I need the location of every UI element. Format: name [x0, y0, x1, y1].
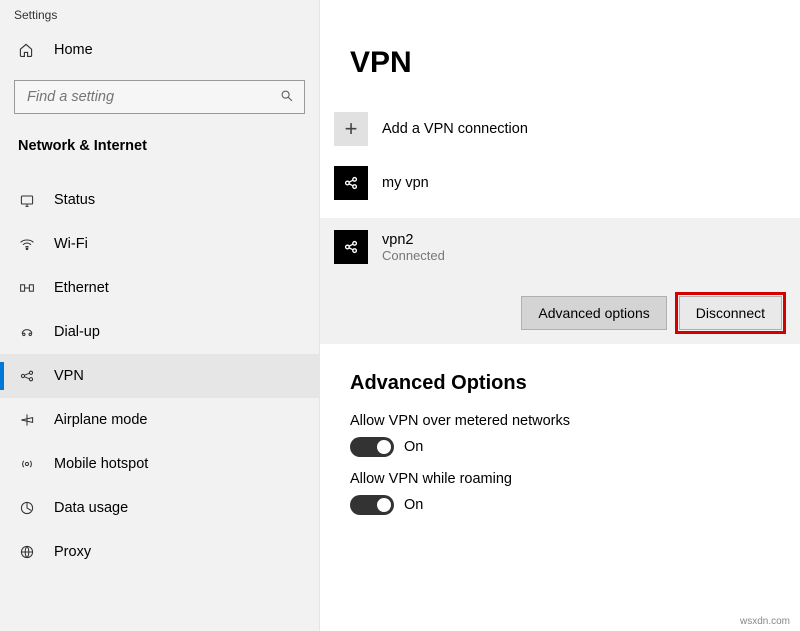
vpn-roaming-toggle[interactable]	[350, 495, 394, 515]
search-icon	[280, 89, 294, 106]
home-label: Home	[54, 42, 93, 58]
sidebar-item-hotspot[interactable]: Mobile hotspot	[0, 442, 319, 486]
nav-list: Status Wi-Fi Ethernet Dial-up VPN	[0, 178, 319, 574]
advanced-options-heading: Advanced Options	[320, 344, 800, 409]
sidebar-item-dialup[interactable]: Dial-up	[0, 310, 319, 354]
vpn-entry-myvpn[interactable]: my vpn	[320, 156, 800, 210]
toggle-state-label: On	[404, 497, 423, 513]
vpn-entry-name: vpn2	[382, 232, 445, 248]
home-icon	[18, 42, 36, 58]
vpn-tile-icon	[334, 166, 368, 200]
sidebar-item-label: Ethernet	[54, 280, 109, 296]
wifi-icon	[18, 236, 36, 252]
main-pane: VPN + Add a VPN connection my vpn vpn2 C…	[320, 0, 800, 631]
sidebar-item-proxy[interactable]: Proxy	[0, 530, 319, 574]
sidebar-item-label: Mobile hotspot	[54, 456, 148, 472]
vpn-metered-label: Allow VPN over metered networks	[350, 413, 800, 429]
ethernet-icon	[18, 280, 36, 296]
airplane-icon	[18, 412, 36, 428]
status-icon	[18, 192, 36, 208]
sidebar-item-label: Airplane mode	[54, 412, 148, 428]
sidebar-item-label: Wi-Fi	[54, 236, 88, 252]
page-title: VPN	[320, 0, 800, 102]
vpn-entry-name: my vpn	[382, 175, 429, 191]
disconnect-button[interactable]: Disconnect	[679, 296, 782, 330]
sidebar-item-label: Status	[54, 192, 95, 208]
sidebar-item-wifi[interactable]: Wi-Fi	[0, 222, 319, 266]
vpn-metered-setting: Allow VPN over metered networks On	[320, 409, 800, 467]
search-input[interactable]	[15, 89, 270, 105]
sidebar-item-label: VPN	[54, 368, 84, 384]
add-vpn-connection[interactable]: + Add a VPN connection	[320, 102, 800, 156]
data-usage-icon	[18, 500, 36, 516]
plus-icon: +	[334, 112, 368, 146]
sidebar-item-label: Data usage	[54, 500, 128, 516]
sidebar-item-label: Proxy	[54, 544, 91, 560]
dialup-icon	[18, 324, 36, 340]
sidebar-item-airplane[interactable]: Airplane mode	[0, 398, 319, 442]
toggle-state-label: On	[404, 439, 423, 455]
vpn-roaming-setting: Allow VPN while roaming On	[320, 467, 800, 525]
hotspot-icon	[18, 456, 36, 472]
nav-home[interactable]: Home	[0, 28, 319, 72]
sidebar-item-status[interactable]: Status	[0, 178, 319, 222]
proxy-icon	[18, 544, 36, 560]
sidebar: Settings Home Network & Internet Status	[0, 0, 320, 631]
add-vpn-label: Add a VPN connection	[382, 121, 528, 137]
vpn-entry-vpn2[interactable]: vpn2 Connected Advanced options Disconne…	[320, 218, 800, 344]
search-button[interactable]	[270, 81, 304, 113]
vpn-tile-icon	[334, 230, 368, 264]
window-title: Settings	[0, 0, 319, 28]
vpn-metered-toggle[interactable]	[350, 437, 394, 457]
watermark: wsxdn.com	[740, 616, 790, 627]
vpn-icon	[18, 368, 36, 384]
sidebar-item-vpn[interactable]: VPN	[0, 354, 319, 398]
sidebar-item-label: Dial-up	[54, 324, 100, 340]
vpn-roaming-label: Allow VPN while roaming	[350, 471, 800, 487]
vpn-entry-status: Connected	[382, 248, 445, 263]
sidebar-section-title: Network & Internet	[0, 114, 319, 164]
advanced-options-button[interactable]: Advanced options	[521, 296, 666, 330]
sidebar-item-ethernet[interactable]: Ethernet	[0, 266, 319, 310]
search-box[interactable]	[14, 80, 305, 114]
sidebar-item-datausage[interactable]: Data usage	[0, 486, 319, 530]
